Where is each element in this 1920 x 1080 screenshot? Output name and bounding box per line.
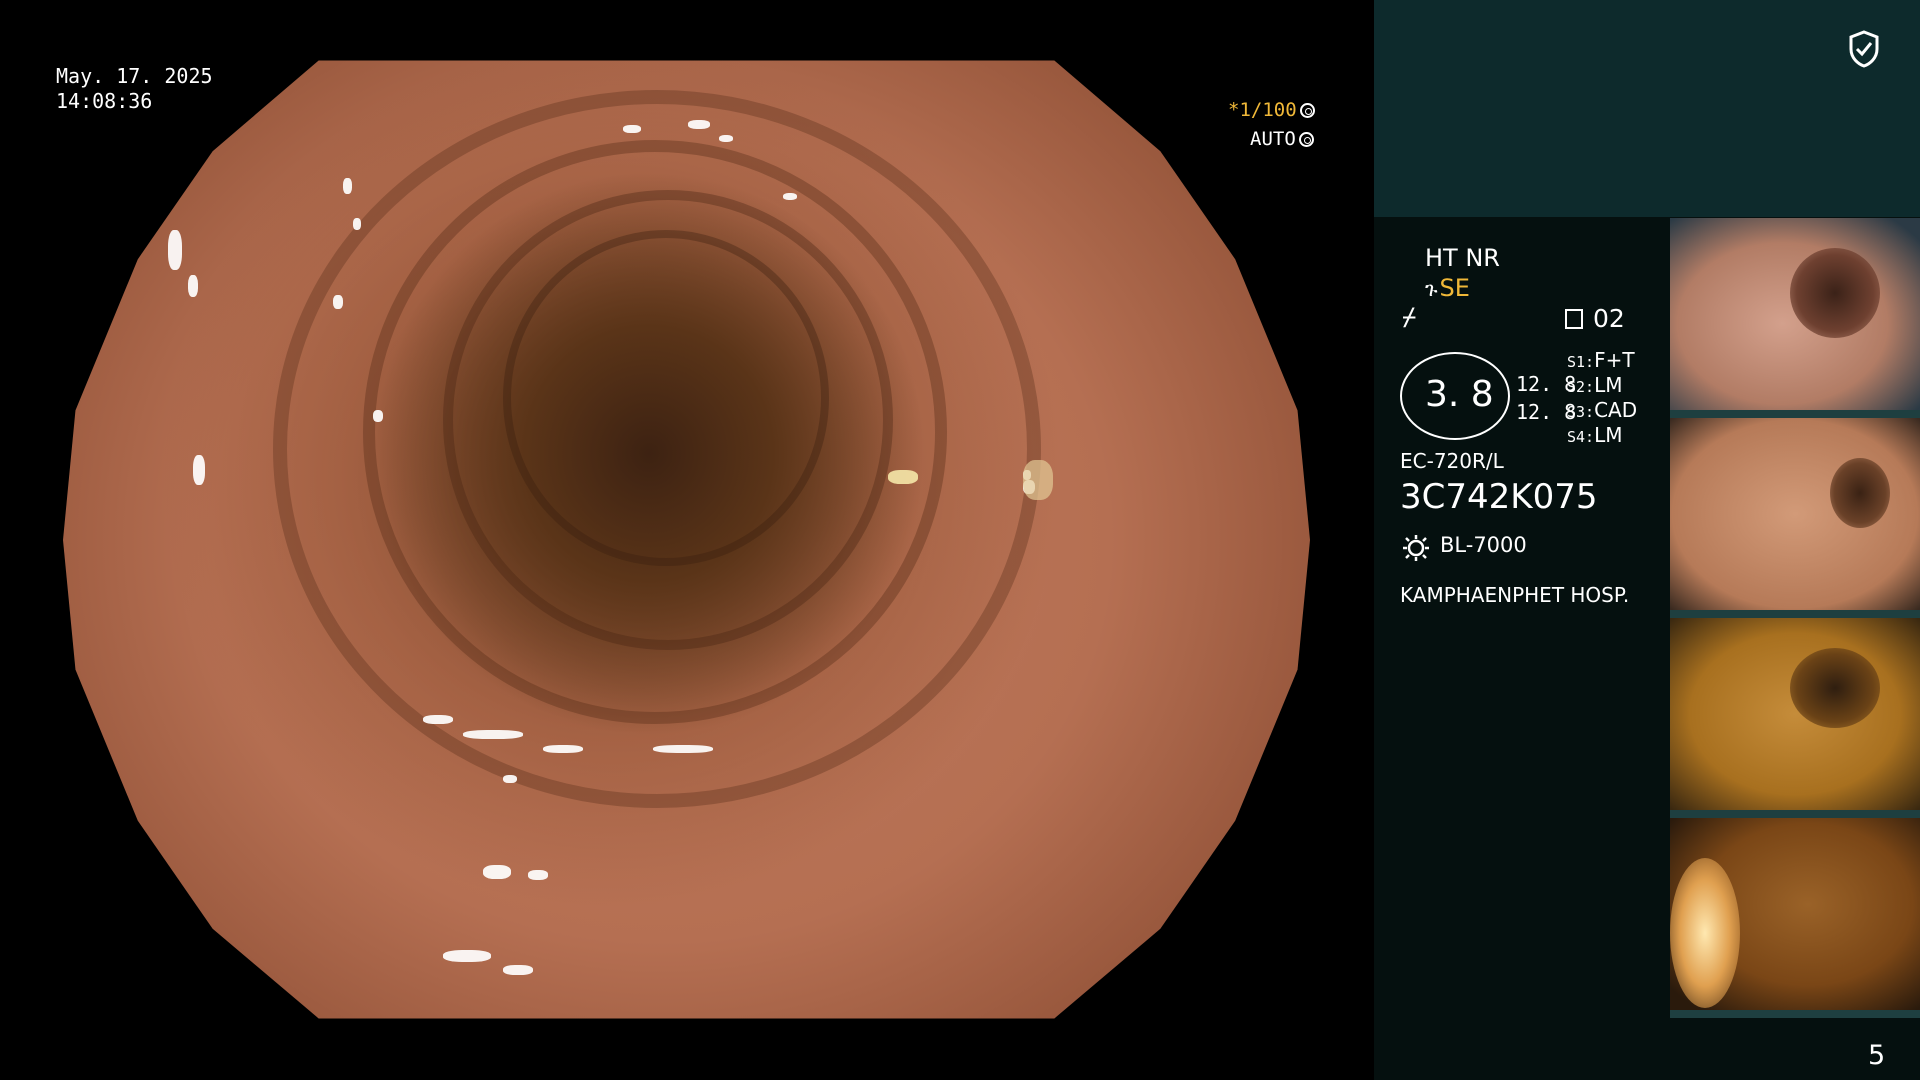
thumbnail-4[interactable] xyxy=(1670,818,1920,1018)
setting-s1: S1:F+T xyxy=(1567,348,1635,372)
zoom-value: 3. 8 xyxy=(1425,374,1494,415)
setting-label: S2: xyxy=(1567,378,1595,396)
setting-value: LM xyxy=(1594,423,1623,447)
setting-value: LM xyxy=(1594,373,1623,397)
setting-s4: S4:LM xyxy=(1567,423,1623,447)
endoscope-view xyxy=(63,60,1310,1019)
enhance-mode: ጉSE xyxy=(1425,274,1470,302)
setting-label: S1: xyxy=(1567,353,1595,371)
thumbnail-1[interactable] xyxy=(1670,218,1920,418)
setting-value: CAD xyxy=(1594,398,1638,422)
auto-iris-icon xyxy=(1298,132,1314,147)
hospital-name: KAMPHAENPHET HOSP. xyxy=(1400,583,1630,607)
enhance-icon: ጉ xyxy=(1425,277,1438,301)
scope-serial: 3C742K075 xyxy=(1400,477,1598,517)
frames-count: 02 xyxy=(1593,304,1625,333)
iris-mode: AUTO xyxy=(1250,128,1314,150)
panel-header xyxy=(1374,0,1920,217)
frames-icon xyxy=(1565,309,1583,329)
shield-check-icon xyxy=(1849,30,1879,68)
time-text: 14:08:36 xyxy=(56,89,153,113)
date-time-display: May. 17. 2025 14:08:36 xyxy=(56,64,213,114)
scope-model: EC-720R/L xyxy=(1400,449,1504,473)
setting-s3: S3:CAD xyxy=(1567,398,1637,422)
enhance-text: SE xyxy=(1439,274,1470,302)
setting-value: F+T xyxy=(1594,348,1635,372)
shutter-text: *1/100 xyxy=(1228,99,1297,121)
mode-line: HT NR xyxy=(1425,244,1500,272)
date-text: May. 17. 2025 xyxy=(56,64,213,88)
setting-label: S4: xyxy=(1567,428,1595,446)
thumbnail-2[interactable] xyxy=(1670,418,1920,618)
thumbnail-3[interactable] xyxy=(1670,618,1920,818)
setting-s2: S2:LM xyxy=(1567,373,1623,397)
shutter-icon xyxy=(1299,103,1315,118)
page-number: 5 xyxy=(1868,1040,1886,1071)
light-source-icon xyxy=(1403,535,1429,561)
shutter-speed: *1/100 xyxy=(1228,99,1315,121)
color-tone-icon: ⌿ xyxy=(1402,303,1417,331)
setting-label: S3: xyxy=(1567,403,1595,421)
light-source: BL-7000 xyxy=(1440,533,1527,557)
iris-mode-text: AUTO xyxy=(1250,128,1296,150)
